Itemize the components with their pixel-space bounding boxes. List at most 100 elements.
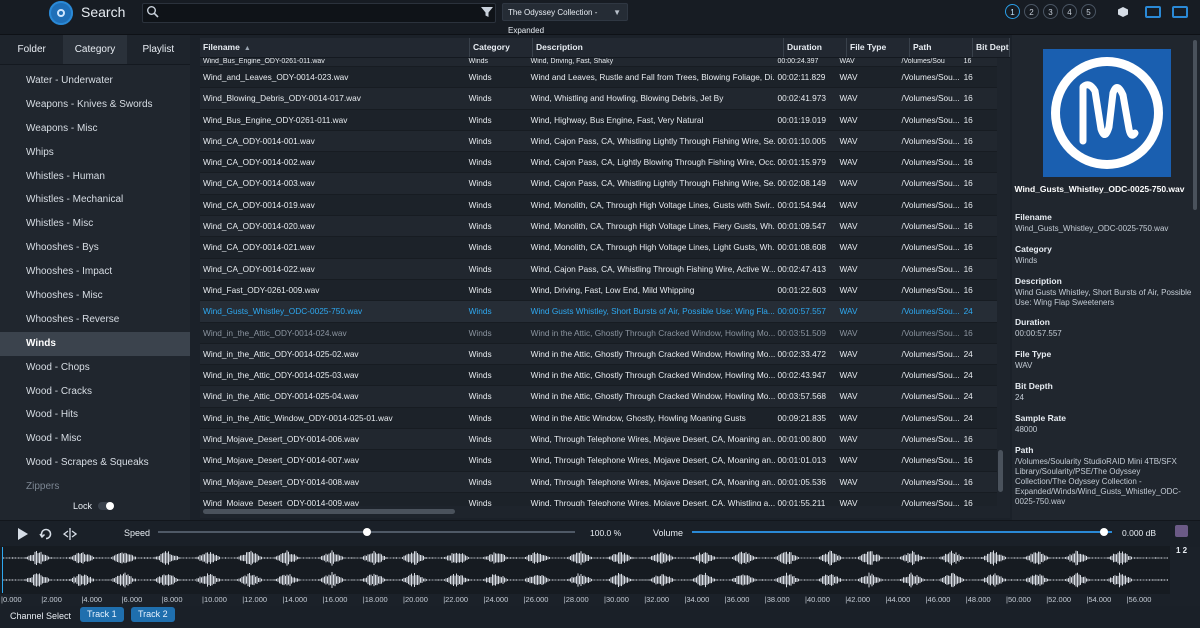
table-row[interactable]: Wind_CA_ODY-0014-019.wav Winds Wind, Monol… xyxy=(200,194,997,217)
sidebar-item-category[interactable]: Whistles - Misc xyxy=(0,212,190,236)
loop-icon[interactable] xyxy=(39,527,53,541)
sidebar-item-category[interactable]: Whooshes - Misc xyxy=(0,284,190,308)
table-cell: WAV xyxy=(839,284,858,295)
table-cell: 00:00:24.397 xyxy=(777,58,819,65)
tab-category[interactable]: Category xyxy=(63,35,127,64)
sidebar-item-category[interactable]: Whooshes - Impact xyxy=(0,260,190,284)
page-2-button[interactable]: 2 xyxy=(1024,4,1039,19)
column-header[interactable]: Duration xyxy=(784,38,847,57)
table-cell: WAV xyxy=(839,263,858,274)
page-4-button[interactable]: 4 xyxy=(1062,4,1077,19)
table-cell: Wind_CA_ODY-0014-001.wav xyxy=(203,135,315,146)
time-tick-label: |24.000 xyxy=(483,595,509,604)
sidebar-item-category[interactable]: Weapons - Knives & Swords xyxy=(0,93,190,117)
page-1-button[interactable]: 1 xyxy=(1005,4,1020,19)
table-cell: WAV xyxy=(839,58,855,65)
play-icon[interactable] xyxy=(16,527,30,541)
table-row[interactable]: Wind_CA_ODY-0014-021.wav Winds Wind, Monol… xyxy=(200,237,997,259)
volume-slider-track[interactable] xyxy=(692,531,1112,533)
time-tick-label: |50.000 xyxy=(1006,595,1031,604)
sidebar-item-category[interactable]: Water - Underwater xyxy=(0,69,190,93)
table-row[interactable]: Wind_CA_ODY-0014-020.wav Winds Wind, Monol… xyxy=(200,216,997,238)
lock-toggle[interactable] xyxy=(98,502,114,510)
table-row[interactable]: Wind_in_the_Attic_ODY-0014-025-02.wav Win… xyxy=(200,343,997,366)
table-cell: 00:01:00.800 xyxy=(777,434,826,445)
snapshot-icon[interactable] xyxy=(1175,525,1188,537)
speed-slider-thumb[interactable] xyxy=(362,528,371,536)
sidebar-item-category[interactable]: Wood - Chops xyxy=(0,356,190,380)
sidebar-item-category[interactable]: Whooshes - Reverse xyxy=(0,308,190,332)
table-cell: /Volumes/Sou... xyxy=(901,476,960,487)
column-header[interactable]: File Type xyxy=(847,38,910,57)
speed-label: Speed xyxy=(124,528,151,538)
sidebar-item-category[interactable]: Whooshes - Bys xyxy=(0,236,190,260)
table-cell: Wind in the Attic, Ghostly Through Crack… xyxy=(530,391,775,402)
table-row[interactable]: Wind_and_Leaves_ODY-0014-023.wav Winds Win… xyxy=(200,67,997,89)
sort-ascending-icon[interactable]: ▲ xyxy=(244,45,251,52)
waveform-display[interactable] xyxy=(2,547,1168,593)
table-cell: 24 xyxy=(963,370,973,381)
table-horizontal-scrollbar[interactable] xyxy=(203,509,455,514)
table-row[interactable]: Wind_Mojave_Desert_ODY-0014-008.wav Winds… xyxy=(200,471,997,493)
search-icon xyxy=(147,6,159,18)
sidebar-item-category[interactable]: Zippers xyxy=(0,475,190,499)
sidebar-item-category[interactable]: Whistles - Human xyxy=(0,165,190,189)
split-icon[interactable] xyxy=(63,527,77,541)
time-tick-label: |56.000 xyxy=(1126,595,1152,604)
collection-select[interactable]: The Odyssey Collection - Expanded ▼ xyxy=(502,3,628,35)
table-cell: Wind_in_the_Attic_ODY-0014-025-02.wav xyxy=(203,348,359,359)
column-header[interactable]: Description xyxy=(533,38,784,57)
box-icon[interactable] xyxy=(1117,6,1129,18)
sidebar-item-category[interactable]: Wood - Misc xyxy=(0,427,190,451)
table-row[interactable]: Wind_Bus_Engine_ODY-0261-011.wav Winds Win… xyxy=(200,109,997,131)
table-cell: 24 xyxy=(963,412,973,423)
details-scrollbar[interactable] xyxy=(1193,40,1197,210)
page-5-button[interactable]: 5 xyxy=(1081,4,1096,19)
table-cell: WAV xyxy=(839,348,858,359)
column-header[interactable]: Filename ▲ xyxy=(200,38,470,57)
table-row[interactable]: Wind_Blowing_Debris_ODY-0014-017.wav Wind… xyxy=(200,88,997,110)
table-row[interactable]: Wind_Fast_ODY-0261-009.wav Winds Wind, Dri… xyxy=(200,279,997,302)
detail-label: File Type xyxy=(1015,349,1052,359)
table-row[interactable]: Wind_Mojave_Desert_ODY-0014-007.wav Winds… xyxy=(200,450,997,472)
filter-icon[interactable] xyxy=(480,5,494,19)
table-row[interactable]: Wind_in_the_Attic_ODY-0014-025-04.wav Win… xyxy=(200,386,997,408)
table-row[interactable]: Wind_CA_ODY-0014-003.wav Winds Wind, Cajon… xyxy=(200,173,997,195)
sidebar-item-category[interactable]: Wood - Cracks xyxy=(0,380,190,404)
tab-playlist[interactable]: Playlist xyxy=(127,35,190,64)
table-vertical-scrollbar[interactable] xyxy=(998,450,1003,492)
time-tick-label: |16.000 xyxy=(322,595,348,604)
table-row[interactable]: Wind_Mojave_Desert_ODY-0014-006.wav Winds… xyxy=(200,429,997,451)
table-row[interactable]: Wind_Gusts_Whistley_ODC-0025-750.wav Wind… xyxy=(200,301,997,323)
table-row[interactable]: Wind_in_the_Attic_ODY-0014-024.wav Winds W… xyxy=(200,322,997,344)
table-cell: Winds xyxy=(468,497,492,506)
table-cell: Wind_in_the_Attic_ODY-0014-024.wav xyxy=(203,327,347,338)
table-cell: Wind Gusts Whistley, Short Bursts of Air… xyxy=(530,306,775,317)
column-header[interactable]: Bit Dept xyxy=(973,38,1010,57)
table-row[interactable]: Wind_Mojave_Desert_ODY-0014-009.wav Winds… xyxy=(200,492,997,506)
page-3-button[interactable]: 3 xyxy=(1043,4,1058,19)
sidebar-item-category[interactable]: Whistles - Mechanical xyxy=(0,188,190,212)
layout-right-icon[interactable] xyxy=(1172,6,1188,18)
search-input[interactable] xyxy=(142,3,496,23)
column-header[interactable]: Path xyxy=(910,38,973,57)
sidebar-item-category[interactable]: Wood - Scrapes & Squeaks xyxy=(0,451,190,475)
sidebar-item-category[interactable]: Weapons - Misc xyxy=(0,117,190,141)
tab-folder[interactable]: Folder xyxy=(0,35,63,64)
sidebar-item-category[interactable]: Winds xyxy=(0,331,190,356)
sidebar-item-category[interactable]: Wood - Hits xyxy=(0,403,190,427)
table-cell: Winds xyxy=(468,455,492,466)
table-cell: Wind_in_the_Attic_ODY-0014-025-04.wav xyxy=(203,391,359,402)
track-2-button[interactable]: Track 2 xyxy=(131,607,175,622)
table-row[interactable]: Wind_Bus_Engine_ODY-0261-011.wav Winds Win… xyxy=(200,58,997,67)
track-1-button[interactable]: Track 1 xyxy=(80,607,124,622)
table-row[interactable]: Wind_CA_ODY-0014-001.wav Winds Wind, Cajon… xyxy=(200,130,997,153)
table-row[interactable]: Wind_in_the_Attic_Window_ODY-0014-025-01… xyxy=(200,407,997,430)
table-row[interactable]: Wind_CA_ODY-0014-022.wav Winds Wind, Cajon… xyxy=(200,258,997,280)
column-header[interactable]: Category xyxy=(470,38,533,57)
volume-slider-thumb[interactable] xyxy=(1100,528,1108,536)
layout-left-icon[interactable] xyxy=(1145,6,1161,18)
table-row[interactable]: Wind_CA_ODY-0014-002.wav Winds Wind, Cajon… xyxy=(200,152,997,174)
sidebar-item-category[interactable]: Whips xyxy=(0,141,190,165)
table-row[interactable]: Wind_in_the_Attic_ODY-0014-025-03.wav Win… xyxy=(200,365,997,387)
